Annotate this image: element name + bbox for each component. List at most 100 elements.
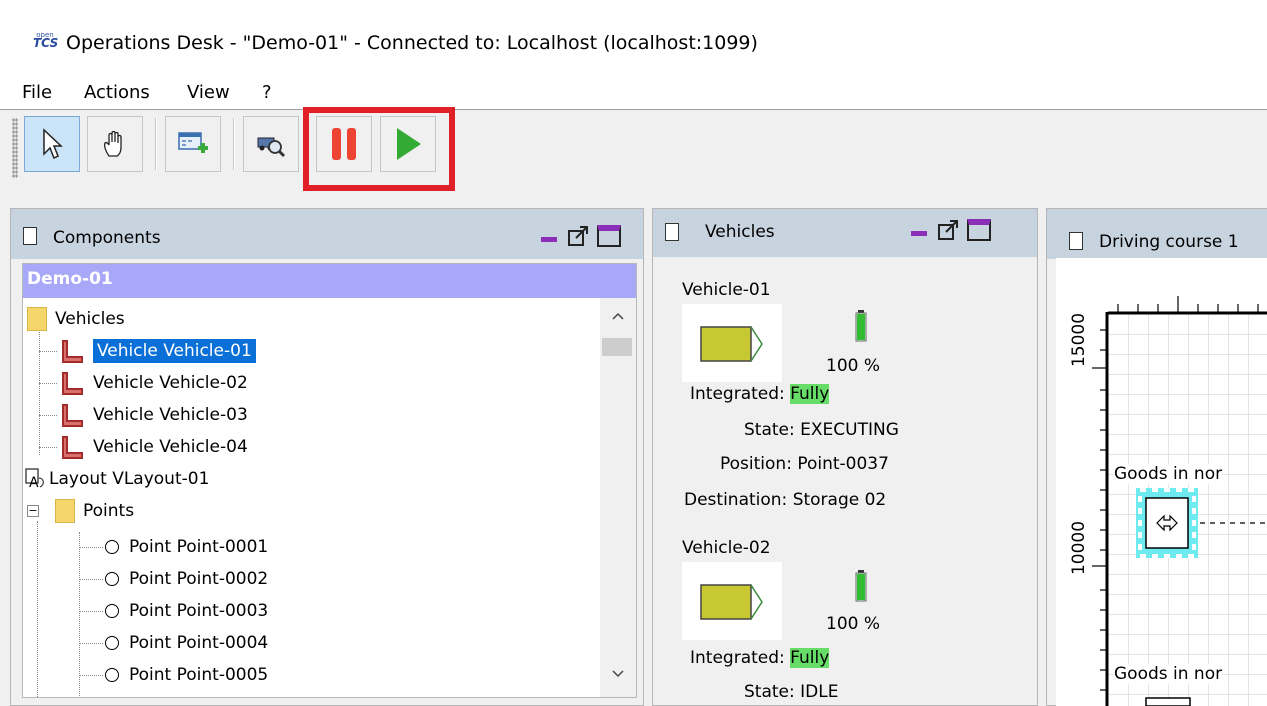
tree-item-vehicle-03[interactable]: Vehicle Vehicle-03 <box>59 400 248 430</box>
tree-connector <box>39 447 57 448</box>
cursor-arrow-icon <box>43 128 63 160</box>
toolbar-separator <box>233 118 235 170</box>
document-icon <box>665 223 679 241</box>
point-icon <box>105 540 119 554</box>
hand-icon <box>103 130 122 157</box>
tree-connector <box>79 643 103 644</box>
tree-item-label: Layout VLayout-01 <box>49 469 210 489</box>
tree-connector <box>79 675 103 676</box>
tree-connector <box>79 579 103 580</box>
components-tree: Demo-01 Vehicles Vehicle Vehicle-01 Vehi… <box>22 263 637 698</box>
state-value: IDLE <box>800 682 839 702</box>
collapse-icon[interactable]: − <box>27 505 39 517</box>
tree-item-label: Vehicle Vehicle-01 <box>93 339 256 363</box>
scrollbar-thumb[interactable] <box>602 338 632 356</box>
menu-file[interactable]: File <box>22 82 52 103</box>
tree-item-label: Vehicle Vehicle-04 <box>93 437 248 457</box>
menu-bar: File Actions View ? <box>0 80 1267 110</box>
find-vehicle-button[interactable] <box>243 116 299 172</box>
drag-tool-button[interactable] <box>87 116 143 172</box>
maximize-icon[interactable] <box>967 219 991 241</box>
tree-item-point-0004[interactable]: Point Point-0004 <box>105 628 268 658</box>
create-transport-order-button[interactable] <box>165 116 221 172</box>
minimize-icon[interactable] <box>911 231 927 236</box>
svg-text:A: A <box>29 475 39 490</box>
tree-connector <box>39 383 57 384</box>
vehicles-panel-title: Vehicles <box>705 222 775 242</box>
tree-connector <box>39 330 40 455</box>
point-icon <box>105 604 119 618</box>
vehicle-shape-icon <box>700 326 763 362</box>
energy-level: 100 % <box>826 614 881 634</box>
annotation-highlight-box <box>303 107 455 191</box>
position-row: Position: Point-0037 <box>720 454 889 474</box>
find-vehicle-icon <box>257 137 286 158</box>
tree-connector <box>39 351 57 352</box>
opentcs-logo-icon: open TCS <box>33 31 58 55</box>
integrated-label: Integrated: <box>690 384 785 404</box>
tree-connector <box>79 532 80 697</box>
vehicle-figure[interactable] <box>682 562 782 640</box>
scroll-up-icon[interactable] <box>612 312 624 320</box>
menu-help[interactable]: ? <box>262 82 272 103</box>
destination-row: Destination: Storage 02 <box>684 490 886 510</box>
tree-item-point-0005[interactable]: Point Point-0005 <box>105 660 268 690</box>
point-icon <box>105 572 119 586</box>
toolbar-separator <box>155 118 157 170</box>
vehicle-figure[interactable] <box>682 304 782 382</box>
tree-item-label: Point Point-0002 <box>129 569 269 589</box>
minimize-icon[interactable] <box>541 237 557 242</box>
vehicle-icon <box>59 434 85 460</box>
vehicles-list: Vehicle-01 100 % Integrated: Fully State… <box>662 258 1032 706</box>
select-tool-button[interactable] <box>24 116 80 172</box>
integrated-row: Integrated: Fully <box>690 648 830 668</box>
add-order-icon <box>178 132 208 153</box>
document-icon <box>1069 232 1083 250</box>
driving-course-panel-header: Driving course 1 <box>1047 209 1267 259</box>
float-window-icon[interactable] <box>567 225 591 247</box>
tree-item-vehicle-01[interactable]: Vehicle Vehicle-01 <box>59 336 256 366</box>
vehicle-shape-icon <box>700 584 763 620</box>
state-label: State: <box>744 682 795 702</box>
menu-actions[interactable]: Actions <box>84 82 150 103</box>
integrated-row: Integrated: Fully <box>690 384 830 404</box>
tree-item-label: Vehicle Vehicle-03 <box>93 405 248 425</box>
tree-folder-label: Points <box>83 501 135 521</box>
tree-item-vehicle-04[interactable]: Vehicle Vehicle-04 <box>59 432 248 462</box>
state-label: State: <box>744 420 795 440</box>
destination-label: Destination: <box>684 490 788 510</box>
tree-item-label: Point Point-0003 <box>129 601 269 621</box>
toolbar <box>0 110 1267 198</box>
tree-connector <box>79 547 103 548</box>
tree-connector <box>39 415 57 416</box>
tree-item-label: Point Point-0005 <box>129 665 269 685</box>
vehicle-card-name: Vehicle-01 <box>682 280 771 300</box>
tree-item-label: Point Point-0004 <box>129 633 269 653</box>
float-window-icon[interactable] <box>937 219 961 241</box>
tree-item-point-0001[interactable]: Point Point-0001 <box>105 532 268 562</box>
position-value: Point-0037 <box>797 454 889 474</box>
model-name-header[interactable]: Demo-01 <box>23 264 636 298</box>
battery-icon <box>855 570 867 602</box>
vehicle-icon <box>59 402 85 428</box>
destination-value: Storage 02 <box>792 490 887 510</box>
energy-level: 100 % <box>826 356 881 376</box>
battery-icon <box>855 310 867 342</box>
ruler-label-10000: 10000 <box>1069 520 1090 576</box>
tree-vertical-scrollbar[interactable] <box>600 298 636 697</box>
toolbar-grip-handle[interactable] <box>12 118 18 178</box>
integrated-value: Fully <box>790 648 830 668</box>
driving-course-canvas[interactable]: 15000 10000 Goods in nor Goods in nor <box>1056 258 1267 706</box>
tree-folder-points[interactable]: − Points <box>27 496 134 526</box>
scroll-down-icon[interactable] <box>612 670 624 678</box>
tree-item-vehicle-02[interactable]: Vehicle Vehicle-02 <box>59 368 248 398</box>
tree-item-label: Point Point-0001 <box>129 537 269 557</box>
tree-item-layout[interactable]: A Layout VLayout-01 <box>25 464 209 494</box>
menu-view[interactable]: View <box>187 82 230 103</box>
title-bar: open TCS Operations Desk - "Demo-01" - C… <box>0 0 1267 80</box>
tree-folder-label: Vehicles <box>55 309 125 329</box>
tree-folder-vehicles[interactable]: Vehicles <box>27 304 125 334</box>
maximize-icon[interactable] <box>597 225 621 247</box>
tree-item-point-0002[interactable]: Point Point-0002 <box>105 564 268 594</box>
tree-item-point-0003[interactable]: Point Point-0003 <box>105 596 268 626</box>
